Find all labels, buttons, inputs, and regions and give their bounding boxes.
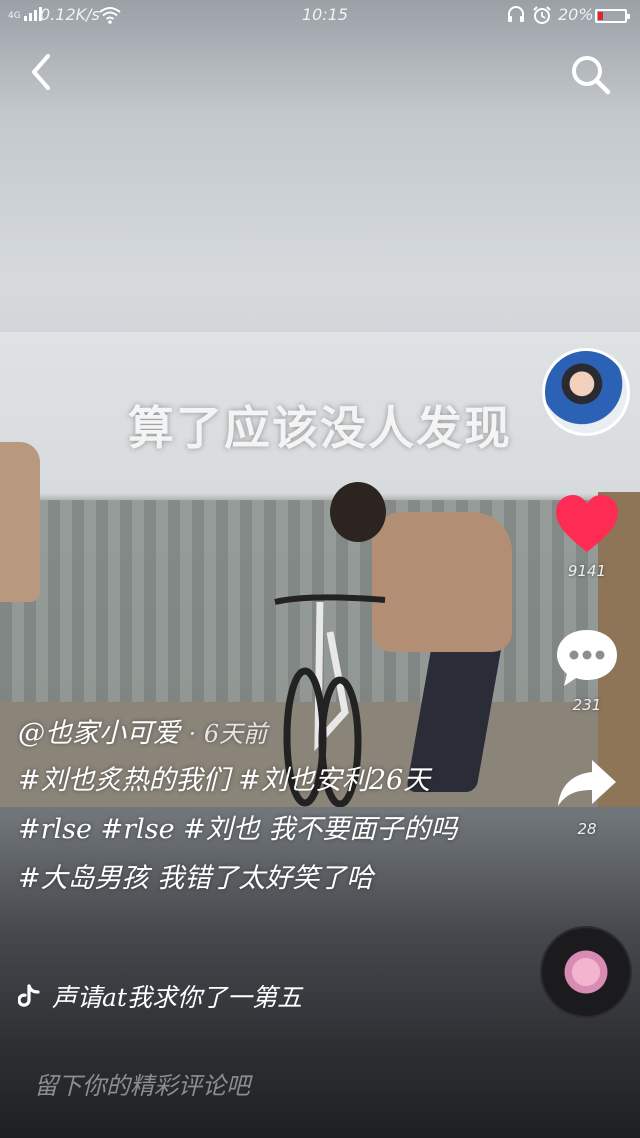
author-line: @也家小可爱 · 6天前 (18, 712, 518, 756)
author-avatar[interactable] (542, 348, 630, 436)
battery-percent: 20% (558, 5, 594, 24)
video-caption: @也家小可爱 · 6天前 #刘也炙热的我们 #刘也安利26天 #rlse #rl… (18, 712, 518, 903)
signal-icon: 4G (8, 7, 42, 21)
search-button[interactable] (566, 50, 614, 98)
headset-icon (506, 5, 526, 29)
post-time: · 6天前 (188, 720, 268, 748)
music-title: 声请at我求你了一第五 (52, 983, 302, 1012)
video-person-body (372, 512, 512, 652)
share-count: 28 (577, 820, 597, 838)
video-person-left (0, 442, 40, 602)
wifi-icon (98, 5, 122, 29)
back-arrow-icon (32, 54, 50, 90)
search-icon (572, 56, 611, 95)
battery-fill (598, 12, 604, 20)
clock: 10:15 (302, 5, 349, 24)
battery-icon (595, 9, 630, 23)
share-button[interactable]: 28 (552, 756, 622, 838)
music-disc[interactable] (542, 928, 630, 1016)
comment-count: 231 (572, 696, 602, 714)
share-arrow-icon (558, 760, 616, 806)
back-button[interactable] (22, 50, 62, 94)
music-info[interactable]: 声请at我求你了一第五 (18, 978, 302, 1014)
comment-icon (557, 630, 617, 686)
alarm-icon (532, 5, 552, 29)
comment-button[interactable]: 231 (552, 628, 622, 714)
author-name[interactable]: @也家小可爱 (18, 718, 180, 749)
like-count: 9141 (567, 562, 607, 580)
heart-icon (556, 495, 618, 552)
comment-input[interactable]: 留下你的精彩评论吧 (34, 1066, 514, 1106)
network-speed: 0.12K/s (40, 5, 100, 24)
caption-text[interactable]: #刘也炙热的我们 #刘也安利26天 #rlse #rlse #刘也 我不要面子的… (18, 756, 483, 903)
video-person-head (330, 482, 386, 542)
status-bar: 4G 0.12K/s 10:15 20% (0, 0, 640, 32)
like-button[interactable]: 9141 (552, 494, 622, 580)
music-note-icon (18, 984, 40, 1007)
